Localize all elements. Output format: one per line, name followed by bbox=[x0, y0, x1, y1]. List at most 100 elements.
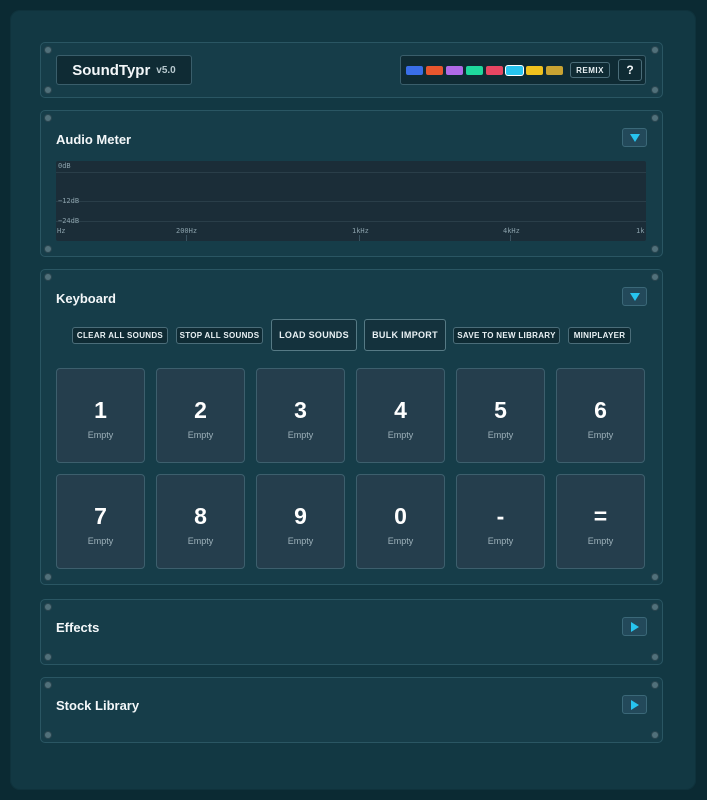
stock-library-expand-button[interactable] bbox=[622, 695, 647, 714]
spectrum-meter: 0dB −12dB −24dB Hz 200Hz 1kHz 4kHz 1k bbox=[56, 161, 646, 241]
color-swatch-red[interactable] bbox=[486, 66, 503, 75]
triangle-down-icon bbox=[629, 292, 640, 301]
key-label: 2 bbox=[194, 397, 207, 423]
meter-gridline bbox=[56, 221, 646, 222]
meter-freq-label: 200Hz bbox=[176, 227, 198, 235]
key-status: Empty bbox=[487, 536, 514, 546]
theme-color-picker: REMIX ? bbox=[400, 55, 646, 85]
color-swatch-yellow[interactable] bbox=[526, 66, 543, 75]
audio-meter-title: Audio Meter bbox=[56, 132, 132, 147]
color-swatch-gold[interactable] bbox=[546, 66, 563, 75]
key-status: Empty bbox=[287, 430, 314, 440]
key-label: 5 bbox=[494, 397, 507, 423]
meter-db-label: −24dB bbox=[58, 217, 80, 225]
key-status: Empty bbox=[87, 536, 114, 546]
screw-icon bbox=[652, 87, 658, 93]
header-panel: SoundTypr v5.0 REMIX ? bbox=[40, 42, 663, 98]
meter-freq-tick bbox=[359, 235, 360, 241]
sound-key-0[interactable]: 0 Empty bbox=[356, 474, 445, 569]
key-label: = bbox=[593, 503, 608, 529]
app-version: v5.0 bbox=[156, 64, 176, 76]
key-status: Empty bbox=[187, 430, 214, 440]
color-swatch-purple[interactable] bbox=[446, 66, 463, 75]
key-status: Empty bbox=[587, 536, 614, 546]
sound-key-7[interactable]: 7 Empty bbox=[56, 474, 145, 569]
app-name: SoundTypr bbox=[72, 61, 151, 79]
screw-icon bbox=[652, 246, 658, 252]
app-window: SoundTypr v5.0 REMIX ? Audio Meter 0dB −… bbox=[10, 10, 696, 790]
load-sounds-button[interactable]: LOAD SOUNDS bbox=[271, 319, 357, 351]
sound-key-5[interactable]: 5 Empty bbox=[456, 368, 545, 463]
screw-icon bbox=[652, 115, 658, 121]
help-button[interactable]: ? bbox=[618, 59, 642, 81]
color-swatch-blue[interactable] bbox=[406, 66, 423, 75]
key-label: 9 bbox=[294, 503, 307, 529]
effects-expand-button[interactable] bbox=[622, 617, 647, 636]
screw-icon bbox=[45, 682, 51, 688]
sound-key-3[interactable]: 3 Empty bbox=[256, 368, 345, 463]
screw-icon bbox=[652, 274, 658, 280]
key-label: 0 bbox=[394, 503, 407, 529]
key-label: 3 bbox=[294, 397, 307, 423]
keyboard-panel: Keyboard CLEAR ALL SOUNDS STOP ALL SOUND… bbox=[40, 269, 663, 585]
key-label: 6 bbox=[594, 397, 607, 423]
color-swatch-orange[interactable] bbox=[426, 66, 443, 75]
stock-library-title: Stock Library bbox=[56, 698, 140, 713]
screw-icon bbox=[45, 574, 51, 580]
sound-key-2[interactable]: 2 Empty bbox=[156, 368, 245, 463]
sound-key-9[interactable]: 9 Empty bbox=[256, 474, 345, 569]
color-swatch-green[interactable] bbox=[466, 66, 483, 75]
key-label: 7 bbox=[94, 503, 107, 529]
sound-key-equals[interactable]: = Empty bbox=[556, 474, 645, 569]
save-to-new-library-button[interactable]: SAVE TO NEW LIBRARY bbox=[453, 327, 560, 344]
key-status: Empty bbox=[387, 430, 414, 440]
screw-icon bbox=[45, 47, 51, 53]
clear-all-sounds-button[interactable]: CLEAR ALL SOUNDS bbox=[72, 327, 168, 344]
stock-library-panel: Stock Library bbox=[40, 677, 663, 743]
screw-icon bbox=[45, 274, 51, 280]
key-status: Empty bbox=[487, 430, 514, 440]
sound-key-8[interactable]: 8 Empty bbox=[156, 474, 245, 569]
screw-icon bbox=[45, 732, 51, 738]
sound-key-minus[interactable]: - Empty bbox=[456, 474, 545, 569]
audio-meter-collapse-button[interactable] bbox=[622, 128, 647, 147]
sound-key-4[interactable]: 4 Empty bbox=[356, 368, 445, 463]
screw-icon bbox=[652, 654, 658, 660]
effects-title: Effects bbox=[56, 620, 100, 635]
effects-panel: Effects bbox=[40, 599, 663, 665]
key-label: 1 bbox=[94, 397, 107, 423]
triangle-down-icon bbox=[629, 133, 640, 142]
screw-icon bbox=[45, 246, 51, 252]
app-logo: SoundTypr v5.0 bbox=[56, 55, 192, 85]
meter-freq-label: 4kHz bbox=[503, 227, 520, 235]
key-label: 4 bbox=[394, 397, 407, 423]
remix-button[interactable]: REMIX bbox=[570, 62, 610, 78]
key-status: Empty bbox=[287, 536, 314, 546]
screw-icon bbox=[652, 604, 658, 610]
bulk-import-button[interactable]: BULK IMPORT bbox=[364, 319, 446, 351]
screw-icon bbox=[652, 732, 658, 738]
stop-all-sounds-button[interactable]: STOP ALL SOUNDS bbox=[176, 327, 263, 344]
key-status: Empty bbox=[87, 430, 114, 440]
sound-key-6[interactable]: 6 Empty bbox=[556, 368, 645, 463]
meter-db-label: 0dB bbox=[58, 162, 71, 170]
screw-icon bbox=[652, 47, 658, 53]
meter-freq-label: 1kHz bbox=[352, 227, 369, 235]
meter-freq-label: 1k bbox=[636, 227, 645, 235]
screw-icon bbox=[652, 682, 658, 688]
screw-icon bbox=[45, 115, 51, 121]
keyboard-collapse-button[interactable] bbox=[622, 287, 647, 306]
keyboard-title: Keyboard bbox=[56, 291, 116, 306]
color-swatch-cyan[interactable] bbox=[506, 66, 523, 75]
key-status: Empty bbox=[587, 430, 614, 440]
sound-key-1[interactable]: 1 Empty bbox=[56, 368, 145, 463]
miniplayer-button[interactable]: MINIPLAYER bbox=[568, 327, 631, 344]
meter-freq-tick bbox=[510, 235, 511, 241]
meter-gridline bbox=[56, 201, 646, 202]
key-label: 8 bbox=[194, 503, 207, 529]
key-status: Empty bbox=[387, 536, 414, 546]
key-label: - bbox=[496, 503, 505, 529]
meter-freq-label: Hz bbox=[57, 227, 66, 235]
meter-freq-tick bbox=[186, 235, 187, 241]
screw-icon bbox=[45, 654, 51, 660]
